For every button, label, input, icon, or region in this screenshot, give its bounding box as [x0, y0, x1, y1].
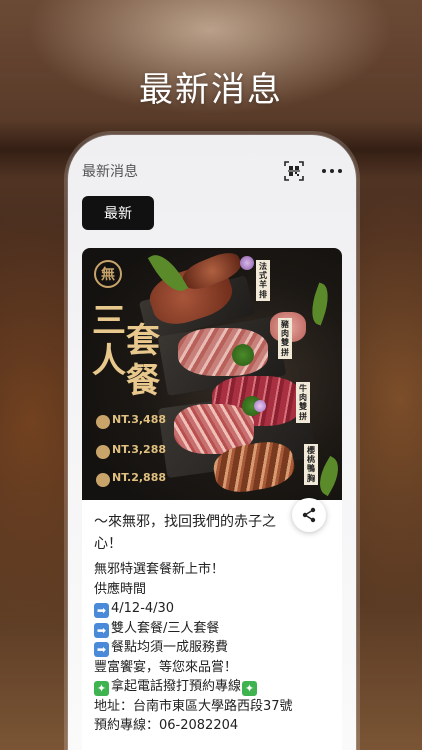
post-line-text: 餐點均須一成服務費 — [111, 640, 229, 655]
flower-garnish — [254, 400, 266, 412]
sparkle-icon: ✦ — [94, 681, 109, 696]
post-line-text: 4/12-4/30 — [111, 601, 175, 616]
post-line-text: 雙人套餐/三人套餐 — [111, 620, 220, 636]
phone-screen: 最新消息 最新 無 三 人 套 餐 NT.3,488 NT.3,288 NT.2… — [68, 135, 356, 750]
news-card[interactable]: 無 三 人 套 餐 NT.3,488 NT.3,288 NT.2,888 法式羊… — [82, 248, 342, 750]
post-line-text: 豐富饗宴，等您來品嘗！ — [94, 659, 238, 675]
arrow-right-icon: ➡ — [94, 622, 109, 638]
set-icon — [96, 445, 110, 459]
arrow-right-icon: ➡ — [94, 642, 109, 657]
price-label: NT.2,888 — [112, 471, 167, 484]
app-topbar: 最新消息 — [82, 161, 342, 183]
pork-slices-image — [178, 328, 268, 376]
post-line: 供應時間 — [94, 580, 334, 600]
dish-tag: 豬肉雙拼 — [278, 318, 292, 359]
share-button[interactable] — [292, 498, 326, 532]
flower-garnish — [240, 256, 254, 270]
promo-title-char: 人 — [92, 341, 126, 381]
post-line-text: 地址：台南市東區大學路西段37號 — [94, 698, 293, 714]
post-line-text: 拿起電話撥打預約專線 — [111, 679, 242, 694]
post-line: ➡ 4/12-4/30 — [94, 599, 334, 619]
post-body: 無邪特選套餐新上市！ 供應時間 ➡ 4/12-4/30 ➡ 雙人套餐/三人套餐 ➡ 餐點均須一… — [94, 560, 334, 736]
post-line-text: 預約專線：06-2082204 — [94, 718, 239, 733]
post-line: 豐富饗宴，等您來品嘗！ — [94, 658, 334, 678]
post-line: 地址：台南市東區大學路西段37號 — [94, 697, 334, 717]
share-icon — [302, 507, 316, 523]
post-line: 無邪特選套餐新上市！ — [94, 560, 334, 580]
dish-tag: 法式羊排 — [256, 260, 270, 301]
restaurant-logo: 無 — [94, 260, 122, 288]
sparkle-icon: ✦ — [242, 681, 258, 696]
more-options-icon[interactable] — [322, 169, 342, 175]
price-label: NT.3,288 — [112, 443, 167, 456]
post-title: ～來無邪，找回我們的赤子之心！ — [94, 514, 276, 552]
herb-garnish — [232, 344, 254, 366]
qr-code-icon[interactable] — [284, 161, 304, 181]
price-label: NT.3,488 — [112, 413, 167, 426]
app-title: 最新消息 — [82, 164, 138, 180]
arrow-right-icon: ➡ — [94, 603, 109, 618]
post-line: ➡ 雙人套餐/三人套餐 — [94, 619, 334, 639]
promo-title-char: 套 — [126, 321, 160, 361]
promo-image[interactable]: 無 三 人 套 餐 NT.3,488 NT.3,288 NT.2,888 法式羊… — [82, 248, 342, 500]
leaf-garnish — [305, 282, 335, 326]
post-line-text: 無邪特選套餐新上市！ — [94, 562, 225, 577]
set-icon — [96, 415, 110, 429]
dish-tag: 櫻桃鴨胸 — [304, 444, 318, 485]
post-line: ✦ 拿起電話撥打預約專線 ✦ — [94, 677, 334, 697]
page-headline: 最新消息 — [139, 70, 283, 110]
promo-title-char: 餐 — [126, 361, 160, 401]
dish-tag: 牛肉雙拼 — [296, 382, 310, 423]
post-line-text: 供應時間 — [94, 581, 147, 597]
tab-latest[interactable]: 最新 — [82, 196, 154, 230]
promo-title-char: 三 — [92, 301, 126, 341]
post-line: 預約專線：06-2082204 — [94, 716, 334, 736]
post-line: ➡ 餐點均須一成服務費 — [94, 638, 334, 658]
set-icon — [96, 473, 110, 487]
